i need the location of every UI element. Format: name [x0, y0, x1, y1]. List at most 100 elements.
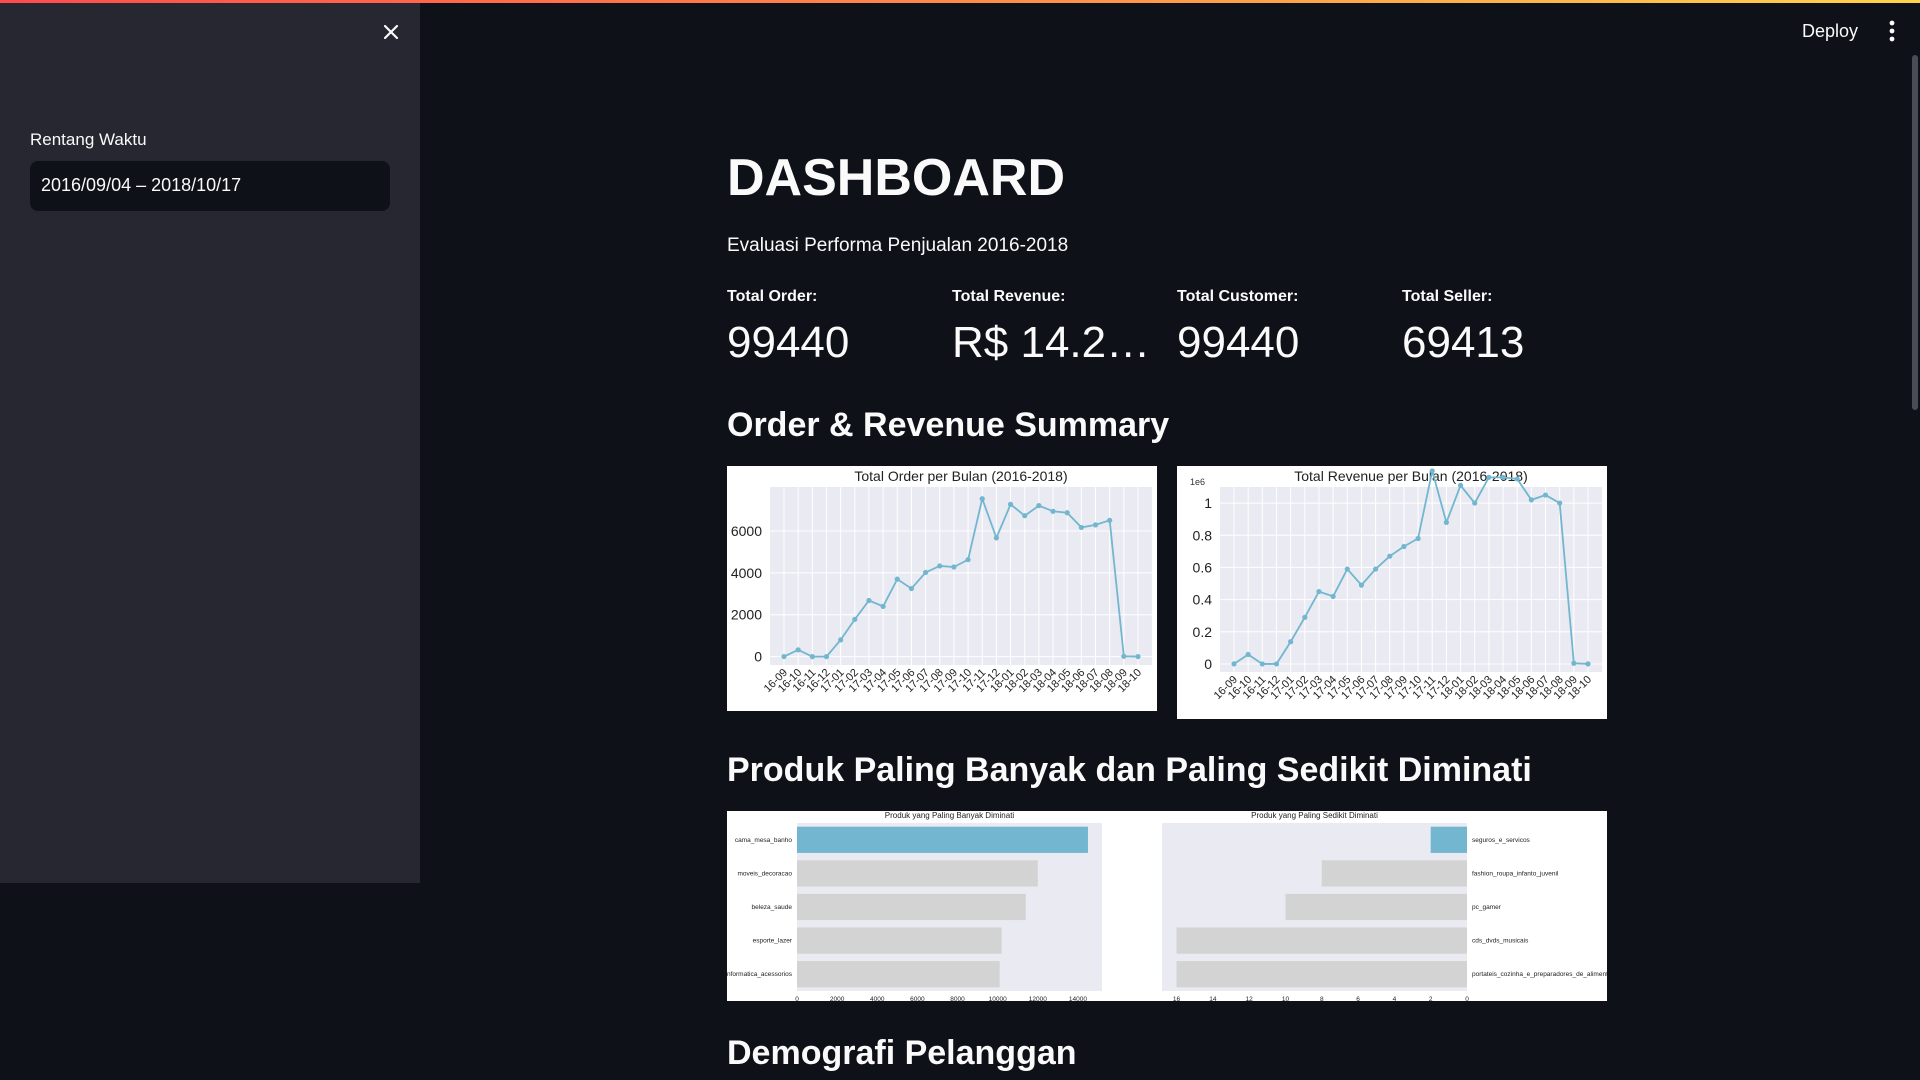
page-subtitle: Evaluasi Performa Penjualan 2016-2018: [727, 235, 1069, 256]
x-tick-label: 8000: [950, 996, 965, 1001]
product-bar-charts: Produk yang Paling Banyak Diminati cama_m…: [727, 811, 1607, 1001]
bar: [1430, 826, 1467, 853]
y-tick-label: 0.4: [1193, 592, 1213, 608]
chart-title: Total Revenue per Bulan (2016-2018): [1294, 468, 1528, 484]
data-point: [1121, 653, 1127, 659]
x-tick-label: 8: [1320, 996, 1324, 1001]
data-point: [923, 569, 929, 576]
metric-value: 69413: [1402, 318, 1525, 367]
section-title-demographics: Demografi Pelanggan: [727, 1034, 1077, 1072]
chart-title: Produk yang Paling Banyak Diminati: [885, 811, 1015, 820]
revenue-line-chart: Total Revenue per Bulan (2016-2018) 1e6 0 0…: [1190, 468, 1602, 702]
data-point: [1259, 661, 1265, 667]
category-label: cds_dvds_musicais: [1472, 938, 1529, 945]
chart-title: Produk yang Paling Sedikit Diminati: [1251, 811, 1378, 820]
data-point: [781, 653, 787, 660]
data-point: [823, 654, 830, 660]
chart-panel-revenue: Total Revenue per Bulan (2016-2018) 1e6 0 0…: [1177, 466, 1607, 719]
data-point: [993, 535, 999, 541]
data-point: [852, 616, 858, 622]
data-point: [1022, 513, 1028, 519]
x-tick-label: 0: [1465, 996, 1469, 1001]
category-label: moveis_decoracao: [737, 870, 792, 877]
data-point: [937, 563, 943, 569]
data-point: [1373, 566, 1379, 572]
data-point: [795, 647, 801, 653]
plot-area: [770, 487, 1152, 665]
data-point: [908, 585, 915, 592]
data-point: [1050, 508, 1056, 514]
data-point: [1443, 519, 1449, 525]
category-label: beleza_saude: [752, 904, 793, 911]
metric-total-customer: Total Customer: 99440: [1177, 288, 1392, 368]
sidebar: Rentang Waktu 2016/09/04 – 2018/10/17: [0, 3, 420, 883]
bar: [797, 860, 1038, 887]
section-title-order-revenue: Order & Revenue Summary: [727, 406, 1170, 444]
data-point: [1135, 653, 1141, 660]
data-point: [1457, 482, 1464, 488]
metric-total-revenue: Total Revenue: R$ 14.20…: [952, 288, 1167, 368]
y-tick-label: 1: [1204, 495, 1212, 511]
y-tick-label: 0.6: [1193, 559, 1213, 575]
x-tick-label: 4: [1393, 996, 1397, 1001]
data-point: [1064, 510, 1070, 516]
data-point: [1585, 661, 1591, 667]
bar: [1321, 860, 1467, 887]
data-point: [951, 564, 957, 570]
order-line-chart: Total Order per Bulan (2016-2018) 0 2000 40…: [731, 468, 1152, 695]
x-tick-label: 14: [1209, 996, 1217, 1001]
x-tick-label: 16: [1173, 996, 1181, 1001]
data-point: [1358, 582, 1365, 588]
data-point: [880, 603, 886, 609]
close-sidebar-button[interactable]: [378, 19, 404, 45]
data-point: [1344, 566, 1350, 572]
x-tick-label: 0: [795, 996, 799, 1001]
data-point: [1231, 661, 1237, 667]
scrollbar-thumb[interactable]: [1912, 55, 1918, 410]
plot-area: [1220, 487, 1602, 672]
metric-label: Total Customer:: [1177, 288, 1299, 305]
x-tick-label: 2: [1429, 996, 1433, 1001]
data-point: [1078, 524, 1084, 531]
y-tick-label: 6000: [731, 523, 762, 539]
data-point: [1107, 517, 1113, 523]
y-tick-label: 0: [1204, 656, 1212, 672]
category-label: esporte_lazer: [753, 938, 793, 945]
axis-scale-label: 1e6: [1190, 477, 1205, 487]
x-tick-label: 6000: [910, 996, 925, 1001]
data-point: [1571, 660, 1577, 666]
data-point: [1036, 503, 1042, 509]
data-point: [1401, 543, 1407, 550]
data-point: [1528, 497, 1534, 503]
metric-value: 99440: [727, 318, 850, 367]
metric-label: Total Revenue:: [952, 288, 1066, 305]
data-point: [1472, 500, 1478, 506]
category-label: portateis_cozinha_e_preparadores_de_alim…: [1472, 971, 1607, 978]
data-point: [1415, 535, 1421, 542]
x-tick-label: 4000: [870, 996, 885, 1001]
x-tick-label: 14000: [1069, 996, 1087, 1001]
data-point: [1387, 553, 1393, 559]
metric-total-seller: Total Seller: 69413: [1402, 288, 1617, 368]
data-point: [1245, 651, 1251, 658]
date-range-label: Rentang Waktu: [30, 130, 147, 149]
bar: [797, 927, 1002, 954]
data-point: [1500, 474, 1506, 480]
bar: [797, 893, 1026, 921]
data-point: [1557, 500, 1563, 506]
metric-value: R$ 14.20…: [952, 318, 1167, 367]
bar: [797, 961, 1000, 988]
data-point: [1542, 492, 1549, 498]
data-point: [1302, 614, 1308, 620]
data-point: [1316, 588, 1322, 595]
metric-label: Total Seller:: [1402, 288, 1493, 305]
bar: [1176, 927, 1467, 954]
data-point: [838, 637, 844, 643]
date-range-input[interactable]: 2016/09/04 – 2018/10/17: [30, 161, 390, 211]
data-point: [965, 557, 971, 563]
data-point: [1092, 522, 1099, 528]
deploy-button[interactable]: Deploy: [1792, 16, 1868, 46]
x-tick-label: 10000: [989, 996, 1007, 1001]
main-menu-button[interactable]: [1884, 17, 1900, 45]
category-label: seguros_e_servicos: [1472, 837, 1531, 844]
